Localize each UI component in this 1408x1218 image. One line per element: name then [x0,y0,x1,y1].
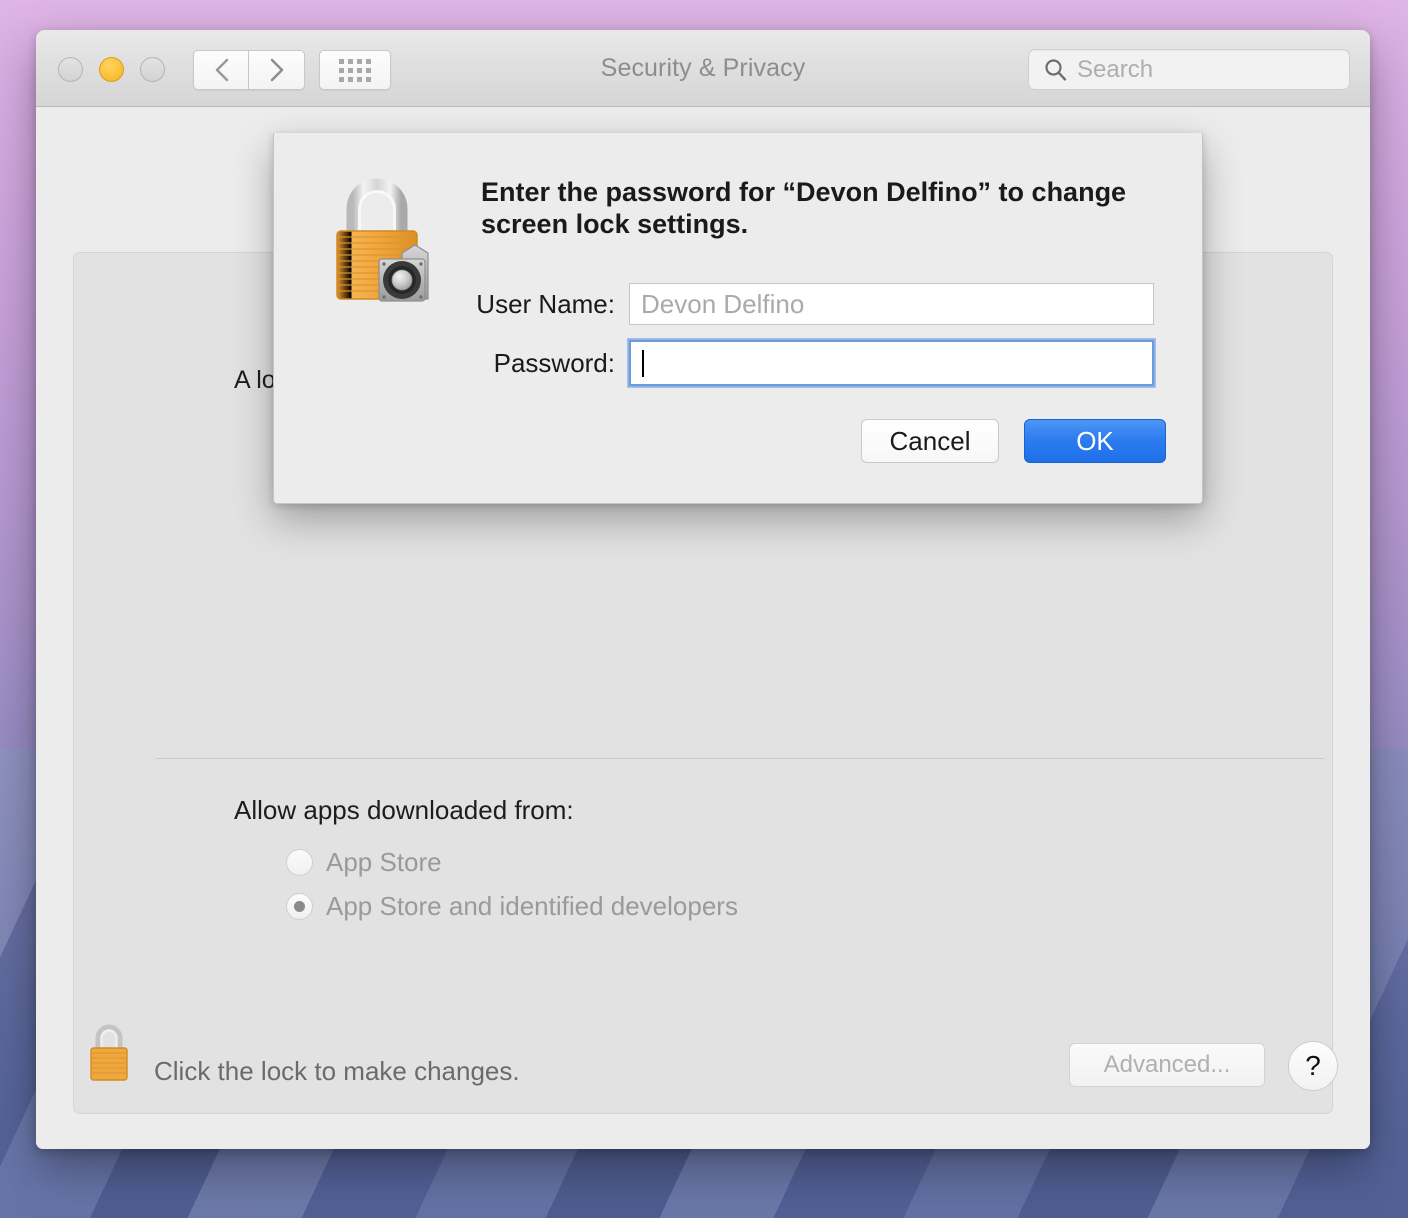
password-field-row: Password: [274,338,1202,388]
lock-toggle-button[interactable] [84,1022,134,1089]
radio-label-app-store: App Store [326,847,442,877]
radio-button-selected-icon[interactable] [286,893,313,920]
firewall-description-text: A lo [234,366,276,394]
username-field-row: User Name: Devon Delfino [274,283,1202,325]
text-caret [642,349,644,377]
radio-button-unselected-icon[interactable] [286,849,313,876]
search-placeholder: Search [1077,55,1154,83]
system-preferences-window: Security & Privacy Search A lo Allow app… [36,30,1370,1149]
search-icon [1044,58,1067,81]
cancel-button[interactable]: Cancel [861,419,999,463]
radio-label-identified-developers: App Store and identified developers [326,891,738,921]
radio-app-store[interactable]: App Store [286,847,442,878]
allow-apps-label: Allow apps downloaded from: [234,795,574,825]
search-input[interactable]: Search [1028,49,1350,90]
lock-hint-text: Click the lock to make changes. [154,1056,520,1086]
password-label: Password: [493,347,615,378]
ok-button[interactable]: OK [1024,419,1166,463]
username-label: User Name: [476,288,615,319]
password-input[interactable] [627,338,1156,388]
desktop-background: Security & Privacy Search A lo Allow app… [0,0,1408,1218]
lock-closed-icon [84,1024,134,1088]
window-titlebar: Security & Privacy Search [36,30,1370,107]
username-input[interactable]: Devon Delfino [629,283,1154,325]
radio-app-store-and-identified-developers[interactable]: App Store and identified developers [286,891,738,922]
dialog-headline: Enter the password for “Devon Delfino” t… [481,177,1127,240]
dialog-button-group: Cancel OK [861,419,1166,463]
password-dialog-sheet: Enter the password for “Devon Delfino” t… [273,133,1203,504]
advanced-button[interactable]: Advanced... [1069,1043,1265,1087]
section-divider [156,758,1324,759]
help-button[interactable]: ? [1288,1041,1338,1091]
radio-dot [294,901,305,912]
